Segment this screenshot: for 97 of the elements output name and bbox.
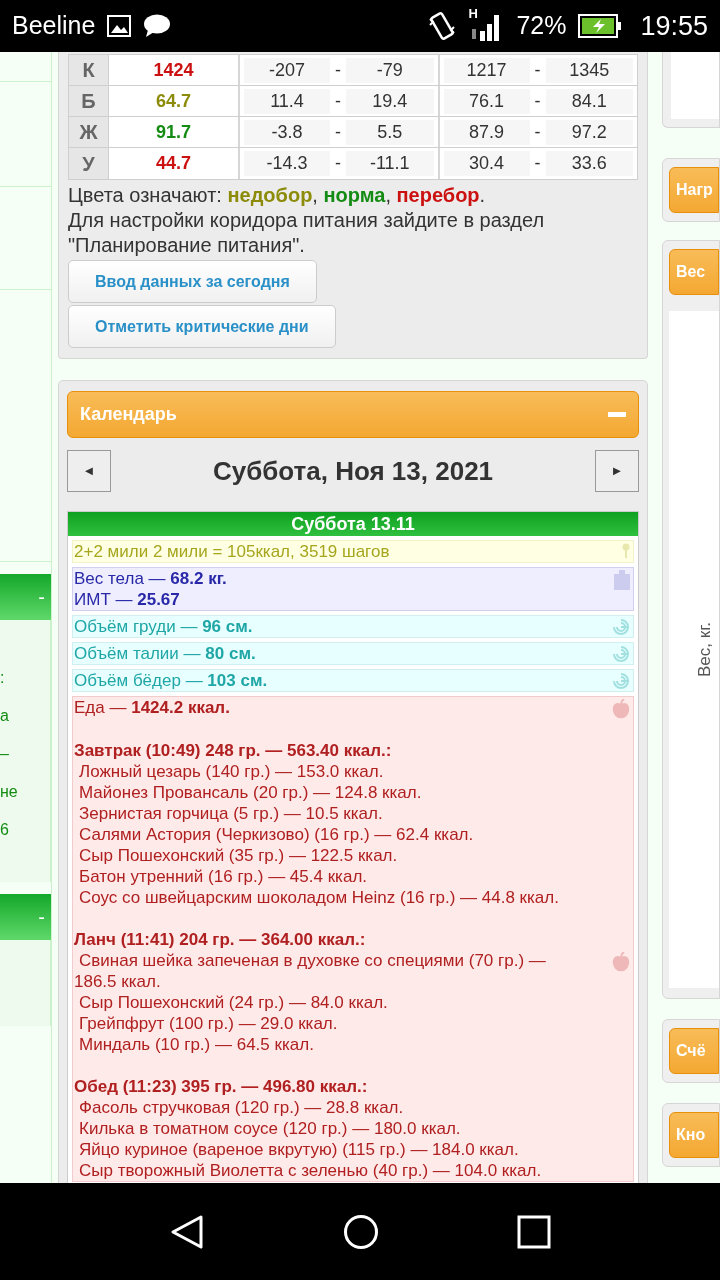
row-label: Ж <box>69 117 109 147</box>
food-item: Свиная шейка запеченая в духовке со специями (70 гр.) — 186.5 ккал. <box>74 950 547 992</box>
apple-icon <box>612 699 630 719</box>
range-min: -14.3 <box>244 151 330 176</box>
range-dash: - <box>334 58 342 82</box>
row-label: У <box>69 148 109 179</box>
tape-measure-icon <box>612 645 630 663</box>
range-dash: - <box>334 120 342 144</box>
range-dash: - <box>533 58 542 82</box>
range-max: 5.5 <box>346 119 434 145</box>
sidebar-text: : <box>0 668 5 688</box>
entry-text: Объём бёдер — 103 см. <box>74 670 268 691</box>
food-item: Сыр Пошехонский (24 гр.) — 84.0 ккал. <box>78 992 389 1013</box>
section-header[interactable]: - <box>0 894 51 940</box>
color-legend: Цвета означают: недобор, норма, перебор. <box>68 183 638 208</box>
sidebar-text: – <box>0 744 9 764</box>
range-dash: - <box>533 152 542 175</box>
clock: 19:55 <box>640 9 708 43</box>
action-button[interactable]: Отметить критические дни <box>68 305 336 348</box>
sidebar-text: а <box>0 706 9 726</box>
home-icon[interactable] <box>343 1213 379 1250</box>
chat-bubble-icon <box>143 14 172 38</box>
range-min: -3.8 <box>244 119 330 145</box>
food-item: Сыр Пошехонский (35 гр.) — 122.5 ккал. <box>78 845 399 866</box>
food-item: Батон утренний (16 гр.) — 45.4 ккал. <box>78 866 369 887</box>
vibrate-icon <box>428 11 457 41</box>
day-header: Суббота 13.11 <box>68 512 638 536</box>
food-item: Килька в томатном соусе (120 гр.) — 180.0 ккал. <box>78 1118 462 1139</box>
hint-text: Для настройки коридора питания зайдите в раздел "Планирование питания". <box>68 208 546 258</box>
entry-text: Еда — 1424.2 ккал. <box>74 697 230 718</box>
food-item: Зернистая горчица (5 гр.) — 10.5 ккал. <box>78 803 384 824</box>
food-item: Майонез Провансаль (20 гр.) — 124.8 ккал. <box>78 782 423 803</box>
range-max: 1345 <box>545 57 633 83</box>
previous-day-button[interactable]: ◄ <box>67 450 111 492</box>
pin-icon <box>622 543 630 559</box>
entry-text: 2+2 мили 2 мили = 105ккал, 3519 шагов <box>74 541 390 562</box>
range-max: 19.4 <box>346 88 434 114</box>
entry-text: Вес тела — 68.2 кг. <box>74 568 227 589</box>
row-label: Б <box>69 86 109 116</box>
apple-icon <box>612 952 630 972</box>
meal-title: Обед (11:23) 395 гр. — 496.80 ккал.: <box>74 1076 369 1097</box>
range-min: 87.9 <box>443 119 530 145</box>
range-min: 11.4 <box>244 88 330 114</box>
battery-percent: 72% <box>516 10 567 42</box>
food-item: Салями Астория (Черкизово) (16 гр.) — 62.4 ккал. <box>78 824 475 845</box>
panel-header-button[interactable]: Счё <box>669 1028 719 1074</box>
value-cell: 1424 <box>109 55 240 85</box>
section-header[interactable]: - <box>0 574 51 620</box>
range-dash: - <box>334 89 342 113</box>
value-cell: 91.7 <box>109 117 240 147</box>
tape-measure-icon <box>612 672 630 690</box>
back-icon[interactable] <box>169 1213 205 1250</box>
range-max: -11.1 <box>346 151 434 176</box>
carrier-name: Beeline <box>12 10 96 42</box>
food-item: Миндаль (10 гр.) — 64.5 ккал. <box>78 1034 315 1055</box>
value-cell: 64.7 <box>109 86 240 116</box>
range-max: -79 <box>346 57 434 83</box>
food-item: Фасоль стручковая (120 гр.) — 28.8 ккал. <box>78 1097 405 1118</box>
meal-title: Завтрак (10:49) 248 гр. — 563.40 ккал.: <box>74 740 393 761</box>
panel-header-button[interactable]: Вес <box>669 249 719 295</box>
range-dash: - <box>334 152 342 175</box>
battery-charging-icon <box>578 14 623 38</box>
calendar-header[interactable]: Календарь <box>67 391 639 438</box>
range-min: 76.1 <box>443 88 530 114</box>
sidebar-text: не <box>0 782 18 802</box>
entry-text: ИМТ — 25.67 <box>74 589 181 610</box>
range-dash: - <box>533 89 542 113</box>
tape-measure-icon <box>612 618 630 636</box>
range-max: 84.1 <box>545 88 633 114</box>
weight-icon <box>614 570 630 590</box>
row-label: К <box>69 55 109 85</box>
food-item: Яйцо куриное (вареное вкрутую) (115 гр.) — 184.0 ккал. <box>78 1139 520 1160</box>
sidebar-text: 6 <box>0 820 9 840</box>
entry-text: Объём талии — 80 см. <box>74 643 256 664</box>
meal-title: Ланч (11:41) 204 гр. — 364.00 ккал.: <box>74 929 367 950</box>
food-item: Ложный цезарь (140 гр.) — 153.0 ккал. <box>78 761 385 782</box>
calendar-title: Календарь <box>80 403 177 426</box>
action-button[interactable]: Ввод данных за сегодня <box>68 260 317 303</box>
axis-label: Вес, кг. <box>695 622 715 677</box>
range-max: 33.6 <box>545 151 633 176</box>
panel-header-button[interactable]: Кно <box>669 1112 719 1158</box>
entry-text: Объём груди — 96 см. <box>74 616 253 637</box>
food-item: Соус со швейцарским шоколадом Heinz (16 гр.) — 44.8 ккал. <box>78 887 560 908</box>
range-min: -207 <box>244 57 330 83</box>
date-title: Суббота, Ноя 13, 2021 <box>212 454 494 488</box>
next-day-button[interactable]: ► <box>595 450 639 492</box>
value-cell: 44.7 <box>109 148 240 179</box>
image-icon <box>107 15 132 37</box>
food-item: Сыр творожный Виолетта с зеленью (40 гр.) — 104.0 ккал. <box>78 1160 543 1181</box>
network-type: H <box>468 7 478 20</box>
recent-apps-icon[interactable] <box>517 1214 551 1249</box>
range-min: 1217 <box>443 57 530 83</box>
panel-header-button[interactable]: Нагр <box>669 167 719 213</box>
range-min: 30.4 <box>443 151 530 176</box>
food-item: Грейпфрут (100 гр.) — 29.0 ккал. <box>78 1013 339 1034</box>
range-max: 97.2 <box>545 119 633 145</box>
range-dash: - <box>533 120 542 144</box>
